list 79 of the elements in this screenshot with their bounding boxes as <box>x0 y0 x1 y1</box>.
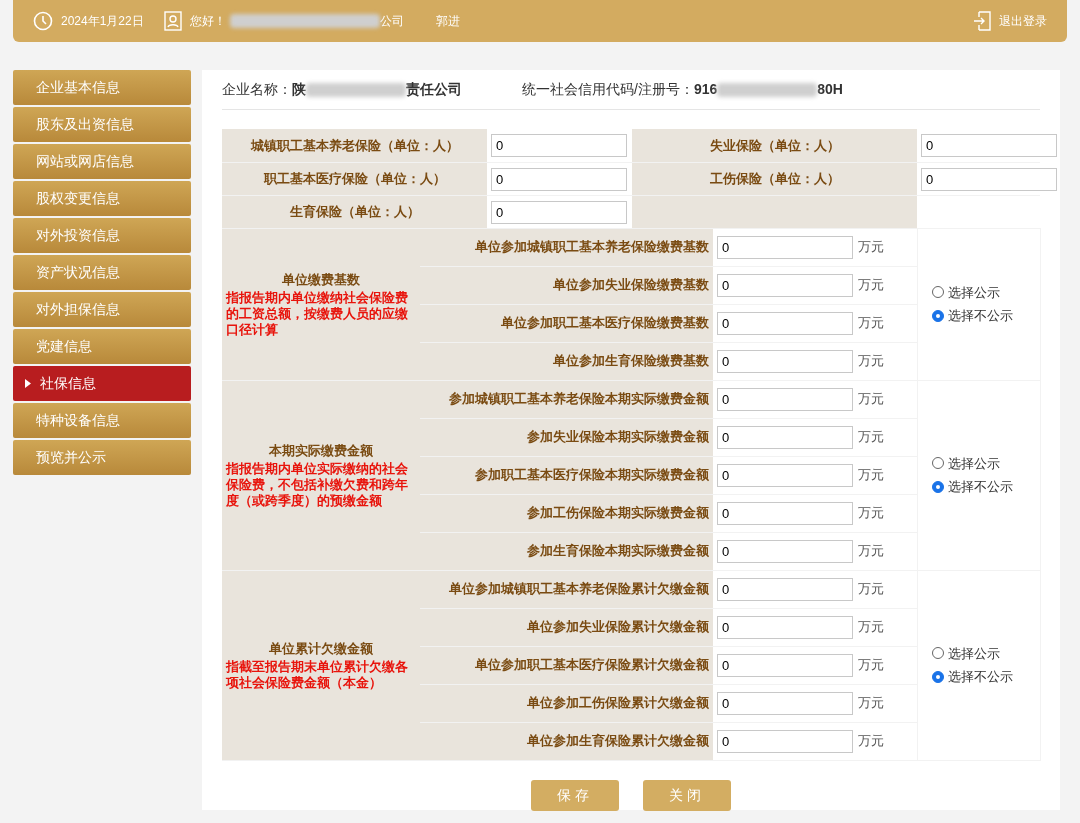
input-field[interactable]: 0 <box>491 200 627 224</box>
unit-text: 万元 <box>858 314 884 333</box>
unit-text: 万元 <box>858 352 884 371</box>
unit-text: 万元 <box>858 732 884 751</box>
date-text: 2024年1月22日 <box>61 13 144 30</box>
field-label: 职工基本医疗保险（单位：人） <box>263 170 446 186</box>
input-field[interactable]: 0 <box>717 729 853 753</box>
input-field[interactable]: 0 <box>717 691 853 715</box>
field-label: 参加城镇职工基本养老保险本期实际缴费金额 <box>449 391 709 407</box>
unit-text: 万元 <box>858 542 884 561</box>
sidebar-item[interactable]: 社保信息 <box>13 366 191 401</box>
field-label: 参加生育保险本期实际缴费金额 <box>527 543 709 559</box>
field-label: 单位参加失业保险缴费基数 <box>553 277 709 293</box>
input-field[interactable]: 0 <box>717 273 853 297</box>
field-label: 参加工伤保险本期实际缴费金额 <box>527 505 709 521</box>
radio-option[interactable]: 选择不公示 <box>931 667 1040 687</box>
code-start: 916 <box>693 80 718 99</box>
section-title: 单位累计欠缴金额 <box>268 640 374 659</box>
field-label: 参加失业保险本期实际缴费金额 <box>527 429 709 445</box>
field-label: 单位参加生育保险累计欠缴金额 <box>527 733 709 749</box>
unit-text: 万元 <box>858 504 884 523</box>
unit-text: 万元 <box>858 466 884 485</box>
input-field[interactable]: 0 <box>921 134 1057 158</box>
input-field[interactable]: 0 <box>717 311 853 335</box>
input-field[interactable]: 0 <box>717 577 853 601</box>
input-field[interactable]: 0 <box>717 387 853 411</box>
code-label: 统一社会信用代码/注册号： <box>522 80 694 99</box>
section-note: 指报告期内单位缴纳社会保险费的工资总额，按缴费人员的应缴口径计算 <box>226 289 409 338</box>
section-note: 指截至报告期末单位累计欠缴各项社会保险费金额（本金） <box>226 658 409 691</box>
radio-option[interactable]: 选择公示 <box>931 643 1040 663</box>
company-name-end: 责任公司 <box>406 80 462 99</box>
field-label: 单位参加生育保险缴费基数 <box>553 353 709 369</box>
input-field[interactable]: 0 <box>717 463 853 487</box>
unit-text: 万元 <box>858 428 884 447</box>
section-note: 指报告期内单位实际缴纳的社会保险费，不包括补缴欠费和跨年度（或跨季度）的预缴金额 <box>226 460 409 509</box>
radio-option[interactable]: 选择不公示 <box>931 306 1040 326</box>
clock-icon <box>33 11 53 31</box>
field-label: 单位参加职工基本医疗保险累计欠缴金额 <box>475 657 709 673</box>
company-text: 公司 <box>379 13 404 30</box>
input-field[interactable]: 0 <box>717 235 853 259</box>
field-label: 单位参加城镇职工基本养老保险累计欠缴金额 <box>449 581 709 597</box>
field-label: 工伤保险（单位：人） <box>709 170 840 186</box>
input-field[interactable]: 0 <box>717 501 853 525</box>
unit-text: 万元 <box>858 656 884 675</box>
input-field[interactable]: 0 <box>717 615 853 639</box>
field-label: 单位参加失业保险累计欠缴金额 <box>527 619 709 635</box>
field-label: 单位参加职工基本医疗保险缴费基数 <box>501 315 709 331</box>
radio-option[interactable]: 选择不公示 <box>931 477 1040 497</box>
logout-icon[interactable] <box>973 11 991 31</box>
company-label: 企业名称： <box>222 80 292 99</box>
radio-option[interactable]: 选择公示 <box>931 453 1040 473</box>
field-label: 生育保险（单位：人） <box>289 203 420 219</box>
field-label: 城镇职工基本养老保险（单位：人） <box>250 137 459 153</box>
input-field[interactable]: 0 <box>491 167 627 191</box>
unit-text: 万元 <box>858 694 884 713</box>
user-name: 郭进 <box>435 13 460 30</box>
field-label: 失业保险（单位：人） <box>709 137 840 153</box>
code-end: 80H <box>817 80 843 99</box>
section-title: 单位缴费基数 <box>281 271 361 290</box>
radio-option[interactable]: 选择公示 <box>931 282 1040 302</box>
input-field[interactable]: 0 <box>491 134 627 158</box>
caret-icon <box>25 379 31 388</box>
section-title: 本期实际缴费金额 <box>268 442 374 461</box>
unit-text: 万元 <box>858 580 884 599</box>
input-field[interactable]: 0 <box>717 349 853 373</box>
user-card-icon <box>163 11 182 31</box>
field-label: 单位参加工伤保险累计欠缴金额 <box>527 695 709 711</box>
unit-text: 万元 <box>858 618 884 637</box>
company-name-start: 陕 <box>292 80 306 99</box>
unit-text: 万元 <box>858 390 884 409</box>
unit-text: 万元 <box>858 276 884 295</box>
field-label: 参加职工基本医疗保险本期实际缴费金额 <box>475 467 709 483</box>
input-field[interactable]: 0 <box>921 167 1057 191</box>
input-field[interactable]: 0 <box>717 539 853 563</box>
unit-text: 万元 <box>858 238 884 257</box>
field-label: 单位参加城镇职工基本养老保险缴费基数 <box>475 239 709 255</box>
input-field[interactable]: 0 <box>717 653 853 677</box>
greeting-text: 您好！ <box>189 13 226 30</box>
input-field[interactable]: 0 <box>717 425 853 449</box>
